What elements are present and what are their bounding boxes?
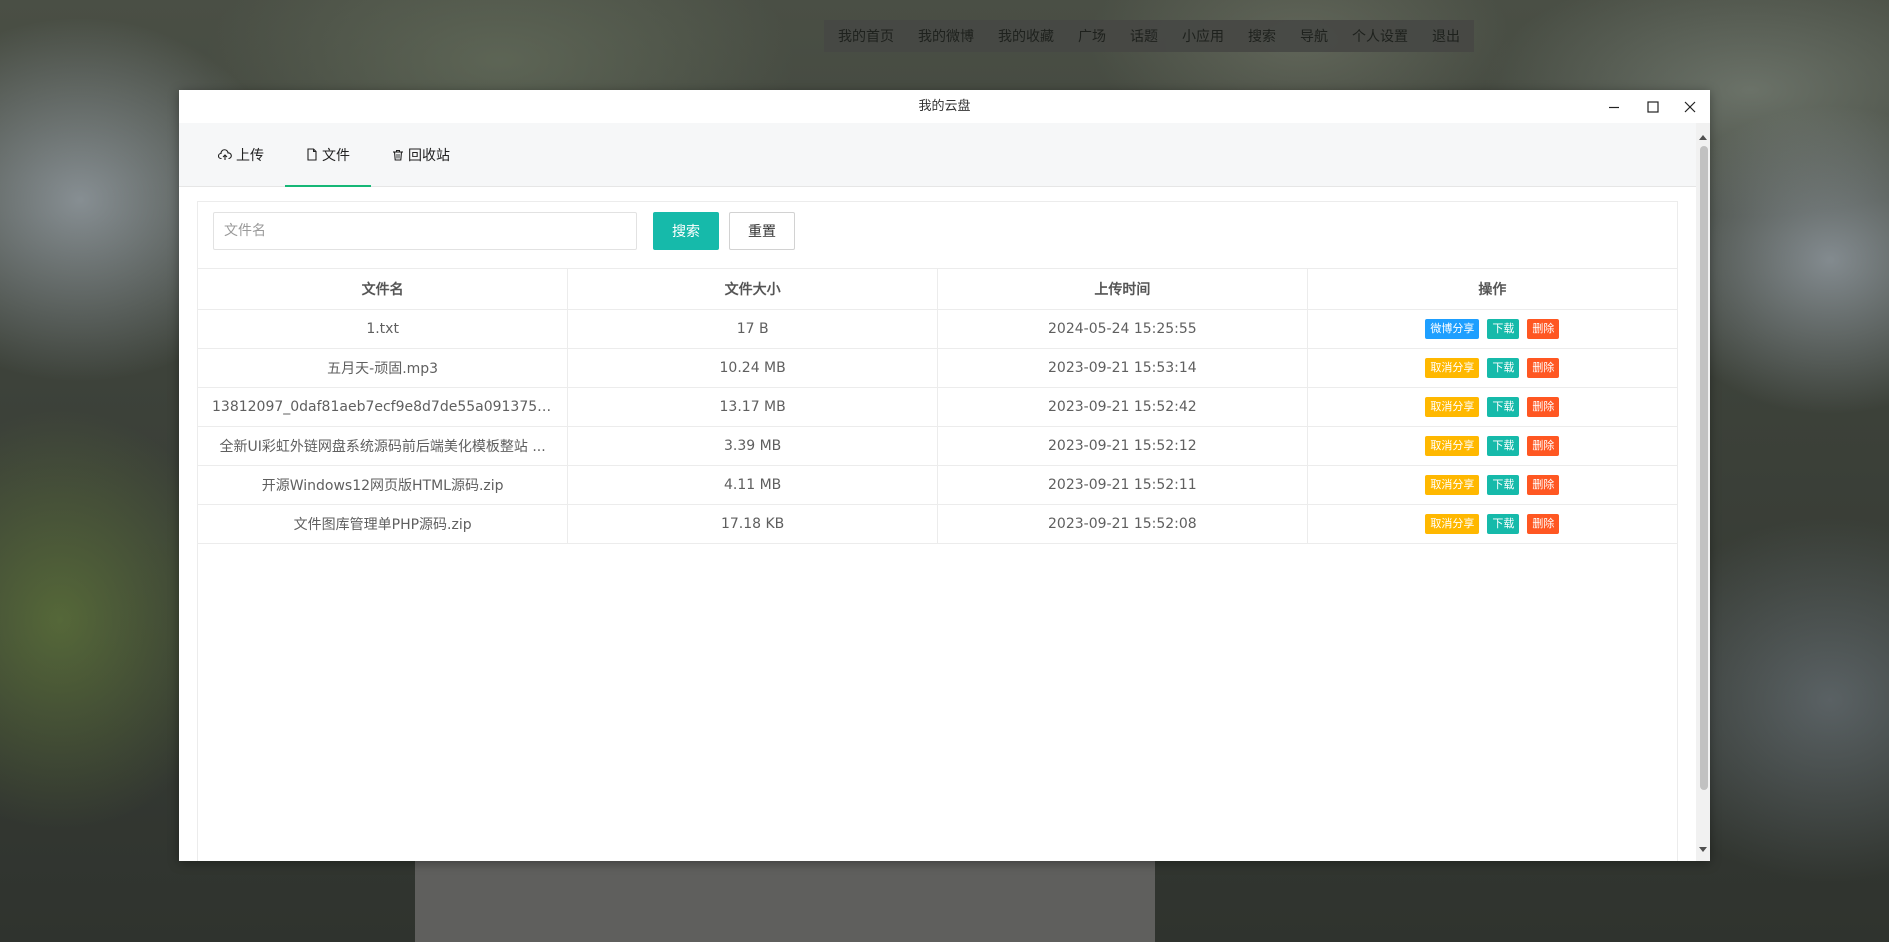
scrollbar-thumb[interactable] — [1700, 146, 1708, 790]
header-filesize[interactable]: 文件大小 — [567, 269, 938, 310]
tab-files-label: 文件 — [322, 147, 350, 164]
nav-item-navigation[interactable]: 导航 — [1300, 26, 1328, 46]
delete-button[interactable]: 删除 — [1527, 358, 1560, 378]
nav-item-topics[interactable]: 话题 — [1130, 26, 1158, 46]
delete-button[interactable]: 删除 — [1527, 475, 1560, 495]
nav-item-settings[interactable]: 个人设置 — [1352, 26, 1408, 46]
cell-filesize: 17.18 KB — [567, 504, 938, 544]
reset-button[interactable]: 重置 — [729, 212, 795, 250]
minimize-icon[interactable] — [1596, 90, 1632, 123]
cell-upload-time: 2023-09-21 15:52:12 — [937, 426, 1308, 466]
file-icon — [306, 148, 318, 161]
download-button[interactable]: 下载 — [1487, 514, 1520, 534]
cell-filesize: 17 B — [567, 309, 938, 349]
nav-item-favorites[interactable]: 我的收藏 — [998, 26, 1054, 46]
tab-files[interactable]: 文件 — [285, 123, 371, 187]
nav-item-apps[interactable]: 小应用 — [1182, 26, 1224, 46]
table-row: 文件图库管理单PHP源码.zip 17.18 KB 2023-09-21 15:… — [198, 504, 1677, 544]
cell-filename: 13812097_0daf81aeb7ecf9e8d7de55a0913754b… — [198, 387, 569, 427]
cell-upload-time: 2023-09-21 15:52:08 — [937, 504, 1308, 544]
top-nav: 我的首页 我的微博 我的收藏 广场 话题 小应用 搜索 导航 个人设置 退出 — [824, 20, 1474, 52]
cancel-share-button[interactable]: 取消分享 — [1425, 475, 1480, 495]
table-row: 全新UI彩虹外链网盘系统源码前后端美化模板整站 ... 3.39 MB 2023… — [198, 426, 1677, 466]
download-button[interactable]: 下载 — [1487, 475, 1520, 495]
search-row: 搜索 重置 — [198, 202, 1677, 269]
tab-bar: 上传 文件 回收站 — [179, 123, 1710, 187]
cell-actions: 取消分享 下载 删除 — [1307, 348, 1677, 388]
cell-filesize: 3.39 MB — [567, 426, 938, 466]
download-button[interactable]: 下载 — [1487, 436, 1520, 456]
nav-item-square[interactable]: 广场 — [1078, 26, 1106, 46]
tab-recycle-bin-label: 回收站 — [408, 147, 450, 164]
cell-filesize: 4.11 MB — [567, 465, 938, 505]
upload-cloud-icon — [218, 148, 232, 161]
table-row: 1.txt 17 B 2024-05-24 15:25:55 微博分享 下载 删除 — [198, 309, 1677, 349]
table-header-row: 文件名 文件大小 上传时间 操作 — [198, 269, 1677, 310]
cell-filesize: 13.17 MB — [567, 387, 938, 427]
download-button[interactable]: 下载 — [1487, 358, 1520, 378]
cell-upload-time: 2023-09-21 15:52:11 — [937, 465, 1308, 505]
close-icon[interactable] — [1672, 90, 1708, 123]
cell-filename: 1.txt — [198, 309, 569, 349]
table-row: 13812097_0daf81aeb7ecf9e8d7de55a0913754b… — [198, 387, 1677, 427]
header-actions: 操作 — [1307, 269, 1677, 310]
cell-filename: 文件图库管理单PHP源码.zip — [198, 504, 569, 544]
window-title: 我的云盘 — [918, 99, 971, 114]
delete-button[interactable]: 删除 — [1527, 397, 1560, 417]
window-titlebar[interactable]: 我的云盘 — [179, 90, 1710, 123]
cloud-drive-window: 我的云盘 上传 文件 回收站 文件名 搜索 重置 文件名 文件大小 上传时间 操… — [179, 90, 1710, 861]
download-button[interactable]: 下载 — [1487, 319, 1520, 339]
cell-actions: 取消分享 下载 删除 — [1307, 465, 1677, 505]
files-panel: 搜索 重置 文件名 文件大小 上传时间 操作 1.txt 17 B — [197, 201, 1678, 861]
tab-upload[interactable]: 上传 — [197, 123, 285, 186]
cancel-share-button[interactable]: 取消分享 — [1425, 397, 1480, 417]
files-table: 文件名 文件大小 上传时间 操作 1.txt 17 B 2024-05-24 1… — [198, 269, 1677, 544]
weibo-share-button[interactable]: 微博分享 — [1425, 319, 1480, 339]
table-row: 五月天-顽固.mp3 10.24 MB 2023-09-21 15:53:14 … — [198, 348, 1677, 388]
files-content: 搜索 重置 文件名 文件大小 上传时间 操作 1.txt 17 B — [179, 187, 1696, 861]
search-button[interactable]: 搜索 — [653, 212, 719, 250]
cell-upload-time: 2023-09-21 15:53:14 — [937, 348, 1308, 388]
cell-filesize: 10.24 MB — [567, 348, 938, 388]
delete-button[interactable]: 删除 — [1527, 436, 1560, 456]
nav-item-logout[interactable]: 退出 — [1432, 26, 1460, 46]
cancel-share-button[interactable]: 取消分享 — [1425, 514, 1480, 534]
cell-actions: 微博分享 下载 删除 — [1307, 309, 1677, 349]
delete-button[interactable]: 删除 — [1527, 514, 1560, 534]
nav-item-my-weibo[interactable]: 我的微博 — [918, 26, 974, 46]
background-strip — [415, 860, 1155, 942]
cell-filename: 全新UI彩虹外链网盘系统源码前后端美化模板整站 ... — [198, 426, 569, 466]
maximize-icon[interactable] — [1635, 90, 1671, 123]
nav-item-search[interactable]: 搜索 — [1248, 26, 1276, 46]
scroll-down-arrow-icon[interactable] — [1699, 847, 1707, 852]
cell-filename: 开源Windows12网页版HTML源码.zip — [198, 465, 569, 505]
cell-actions: 取消分享 下载 删除 — [1307, 387, 1677, 427]
cell-filename: 五月天-顽固.mp3 — [198, 348, 569, 388]
header-upload-time[interactable]: 上传时间 — [937, 269, 1308, 310]
nav-item-home[interactable]: 我的首页 — [838, 26, 894, 46]
window-scrollbar[interactable] — [1696, 123, 1710, 861]
cell-upload-time: 2024-05-24 15:25:55 — [937, 309, 1308, 349]
cell-upload-time: 2023-09-21 15:52:42 — [937, 387, 1308, 427]
delete-button[interactable]: 删除 — [1527, 319, 1560, 339]
tab-recycle-bin[interactable]: 回收站 — [371, 123, 471, 186]
cancel-share-button[interactable]: 取消分享 — [1425, 358, 1480, 378]
cancel-share-button[interactable]: 取消分享 — [1425, 436, 1480, 456]
header-filename[interactable]: 文件名 — [198, 269, 569, 310]
cell-actions: 取消分享 下载 删除 — [1307, 426, 1677, 466]
scroll-up-arrow-icon[interactable] — [1699, 135, 1707, 140]
table-row: 开源Windows12网页版HTML源码.zip 4.11 MB 2023-09… — [198, 465, 1677, 505]
download-button[interactable]: 下载 — [1487, 397, 1520, 417]
tab-upload-label: 上传 — [236, 147, 264, 164]
filename-search-input[interactable] — [213, 212, 637, 250]
trash-icon — [392, 149, 404, 161]
cell-actions: 取消分享 下载 删除 — [1307, 504, 1677, 544]
